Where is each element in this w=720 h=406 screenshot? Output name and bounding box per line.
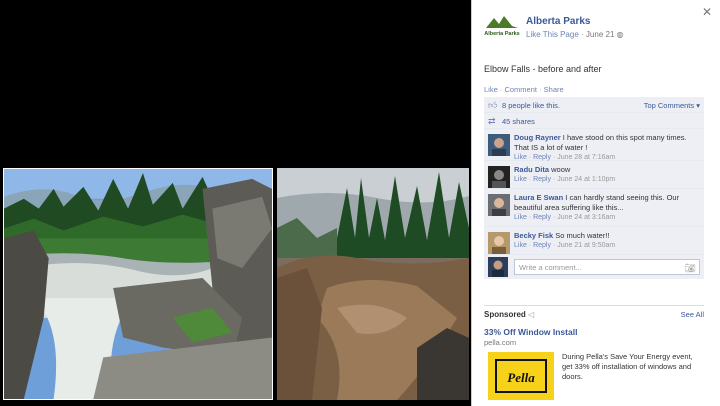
comment-time[interactable]: June 24 at 3:16am — [557, 214, 615, 221]
likes-count-link[interactable]: 8 people like this. — [502, 101, 560, 110]
caret-down-icon: ▾ — [696, 101, 700, 110]
avatar[interactable] — [488, 166, 510, 188]
post-caption: Elbow Falls - before and after — [484, 64, 602, 74]
photo-viewer — [0, 0, 470, 406]
commenter-name[interactable]: Becky Fisk — [514, 231, 553, 240]
commenter-name[interactable]: Radu Dita — [514, 165, 549, 174]
post-header: Alberta Parks Alberta Parks Like This Pa… — [484, 14, 704, 44]
avatar — [488, 257, 508, 277]
dot-separator: · — [581, 30, 584, 39]
comment-reply-link[interactable]: Reply — [533, 176, 551, 183]
pella-logo-text: Pella — [507, 370, 535, 385]
dot-separator: · — [528, 176, 532, 183]
commenter-name[interactable]: Doug Rayner — [514, 133, 561, 142]
sponsored-header: Sponsored ◁ See All — [484, 305, 704, 319]
comment-item: Radu Dita woow Like · Reply · June 24 at… — [484, 161, 704, 189]
avatar[interactable] — [488, 232, 510, 254]
logo-text: Alberta Parks — [484, 31, 519, 37]
write-comment-row: Write a comment... 📷︎ — [484, 255, 704, 279]
top-comments-label: Top Comments — [643, 101, 695, 110]
comment-time[interactable]: June 24 at 1:10pm — [557, 176, 615, 183]
dot-separator: · — [528, 154, 532, 161]
waterfall-after-image — [277, 168, 469, 400]
ad-body: Pella During Pella's Save Your Energy ev… — [484, 350, 704, 402]
post-side-panel: ✕ Alberta Parks Alberta Parks Like This … — [471, 0, 720, 406]
page-name-link[interactable]: Alberta Parks — [526, 16, 590, 27]
comment-like-link[interactable]: Like — [514, 176, 527, 183]
like-link[interactable]: Like — [484, 85, 498, 94]
comment-body: Doug Rayner I have stood on this spot ma… — [514, 133, 700, 163]
dot-separator: · — [539, 85, 542, 94]
shares-row: ⇄ 45 shares — [484, 113, 704, 129]
comment-like-link[interactable]: Like — [514, 214, 527, 221]
comment-body: Becky Fisk So much water!! Like · Reply … — [514, 231, 700, 251]
post-date[interactable]: June 21 — [586, 30, 614, 39]
comment-like-link[interactable]: Like — [514, 242, 527, 249]
dot-separator: · — [528, 242, 532, 249]
ad-domain: pella.com — [484, 338, 517, 347]
comment-text: So much water!! — [555, 231, 610, 240]
waterfall-before-image — [4, 169, 272, 399]
comment-reply-link[interactable]: Reply — [533, 154, 551, 161]
comment-meta: Like · Reply · June 24 at 3:16am — [514, 213, 700, 223]
thumbs-up-icon: 👍︎ — [488, 100, 498, 110]
comment-item: Laura E Swan I can hardly stand seeing t… — [484, 189, 704, 227]
see-all-link[interactable]: See All — [681, 310, 704, 319]
ad-title-link[interactable]: 33% Off Window Install — [484, 327, 704, 337]
megaphone-icon: ◁ — [528, 310, 535, 319]
share-icon: ⇄ — [488, 116, 496, 126]
comment-link[interactable]: Comment — [504, 85, 537, 94]
comment-reply-link[interactable]: Reply — [533, 214, 551, 221]
alberta-parks-logo[interactable]: Alberta Parks — [484, 14, 520, 38]
post-subline: Like This Page · June 21 ◍ — [526, 30, 624, 39]
globe-icon: ◍ — [616, 30, 624, 39]
comment-item: Doug Rayner I have stood on this spot ma… — [484, 129, 704, 161]
dot-separator: · — [499, 85, 503, 94]
commenter-name[interactable]: Laura E Swan — [514, 193, 563, 202]
post-actions: Like · Comment · Share — [484, 85, 564, 94]
pella-logo[interactable]: Pella — [488, 352, 554, 400]
comment-item: Becky Fisk So much water!! Like · Reply … — [484, 227, 704, 255]
comment-body: Laura E Swan I can hardly stand seeing t… — [514, 193, 700, 223]
comment-reply-link[interactable]: Reply — [533, 242, 551, 249]
comment-time[interactable]: June 21 at 9:50am — [557, 242, 615, 249]
dot-separator: · — [552, 242, 556, 249]
top-comments-dropdown[interactable]: Top Comments ▾ — [644, 101, 700, 110]
dot-separator: · — [552, 214, 556, 221]
comment-input[interactable]: Write a comment... — [514, 259, 700, 275]
dot-separator: · — [552, 154, 556, 161]
dot-separator: · — [552, 176, 556, 183]
comment-meta: Like · Reply · June 21 at 9:50am — [514, 241, 700, 251]
comment-meta: Like · Reply · June 24 at 1:10pm — [514, 175, 700, 185]
avatar[interactable] — [488, 134, 510, 156]
sponsored-section: Sponsored ◁ See All 33% Off Window Insta… — [484, 305, 704, 402]
dot-separator: · — [528, 214, 532, 221]
comment-body: Radu Dita woow Like · Reply · June 24 at… — [514, 165, 700, 185]
comment-like-link[interactable]: Like — [514, 154, 527, 161]
likes-row: 👍︎ 8 people like this. Top Comments ▾ — [484, 97, 704, 113]
photo-elbow-falls-before[interactable] — [3, 168, 273, 400]
shares-count-link[interactable]: 45 shares — [502, 117, 535, 126]
ad-text: During Pella's Save Your Energy event, g… — [562, 352, 693, 381]
camera-icon[interactable]: 📷︎ — [685, 263, 696, 274]
share-link[interactable]: Share — [544, 85, 564, 94]
photo-elbow-falls-after[interactable] — [277, 168, 469, 400]
sponsored-label: Sponsored — [484, 310, 526, 319]
avatar[interactable] — [488, 194, 510, 216]
comment-text: woow — [551, 165, 571, 174]
feedback-box: 👍︎ 8 people like this. Top Comments ▾ ⇄ … — [484, 97, 704, 279]
like-page-link[interactable]: Like This Page — [526, 30, 579, 39]
comment-time[interactable]: June 28 at 7:16am — [557, 154, 615, 161]
